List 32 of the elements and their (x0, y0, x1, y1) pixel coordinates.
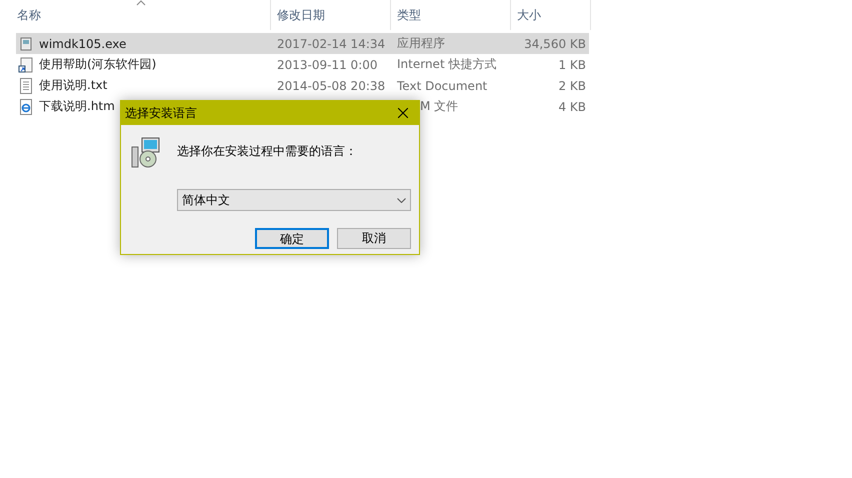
text-file-icon (18, 78, 34, 94)
web-page-icon (18, 98, 34, 114)
file-type: Internet 快捷方式 (397, 56, 496, 73)
file-size: 1 KB (558, 58, 586, 72)
file-name: wimdk105.exe (39, 36, 126, 50)
file-type: Text Document (397, 78, 488, 92)
installer-icon (130, 135, 162, 169)
application-icon (18, 36, 34, 52)
column-header[interactable]: 大小 (511, 0, 591, 30)
language-select[interactable]: 简体中文 (177, 189, 411, 211)
file-name: 下载说明.htm (39, 98, 115, 115)
file-size: 34,560 KB (524, 36, 586, 50)
modified-date: 2013-09-11 0:00 (277, 58, 378, 72)
file-name: 使用帮助(河东软件园) (39, 56, 156, 73)
prompt-text: 选择你在安装过程中需要的语言： (177, 143, 358, 160)
dialog-button[interactable]: 确定 (255, 228, 329, 249)
close-icon (398, 108, 408, 118)
file-name: 使用说明.txt (39, 77, 108, 94)
file-size: 2 KB (558, 78, 586, 92)
shortcut-icon (18, 56, 34, 72)
modified-date: 2014-05-08 20:38 (277, 78, 386, 92)
dialog-title: 选择安装语言 (125, 104, 197, 122)
modified-date: 2017-02-14 14:34 (277, 36, 386, 50)
file-type: M 文件 (420, 98, 458, 115)
file-size: 4 KB (558, 100, 586, 114)
file-row[interactable]: wimdk105.exe 2017-02-14 14:34 应用程序 34,560 KB (16, 33, 589, 54)
chevron-down-icon (397, 198, 406, 202)
dialog-button[interactable]: 取消 (337, 228, 411, 249)
file-type: 应用程序 (397, 35, 445, 52)
column-header[interactable]: 修改日期 (271, 0, 391, 30)
column-header[interactable]: 名称 (0, 0, 271, 30)
column-header[interactable]: 类型 (391, 0, 511, 30)
